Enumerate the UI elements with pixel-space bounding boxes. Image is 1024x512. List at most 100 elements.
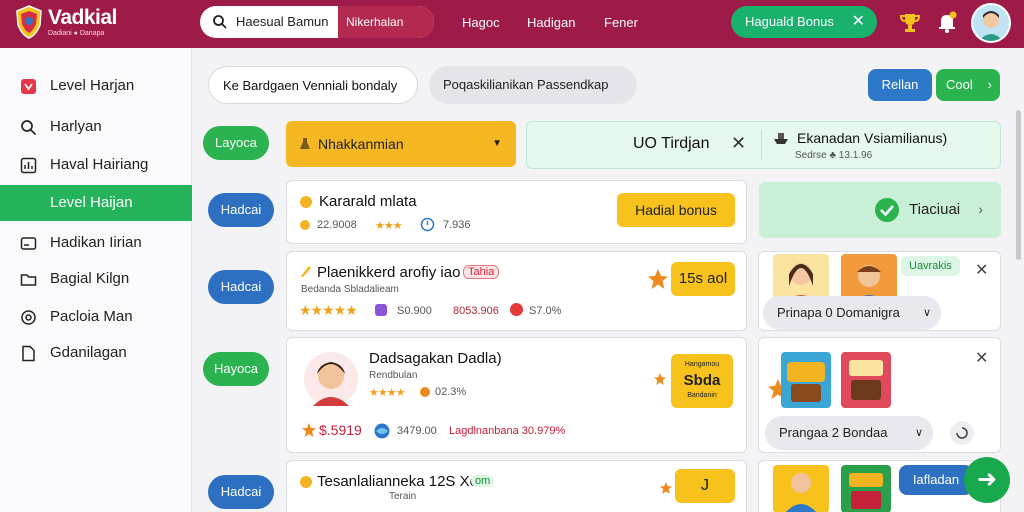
item-extra: 7.936 [443,219,471,231]
status-badge: Tahia [463,265,500,279]
sidebar-item-label: Hadikan Iirian [50,234,142,251]
status-badge: om [471,475,495,487]
globe-icon [374,423,390,439]
offer-card[interactable]: ✕ Prangaa 2 Bondaa ∨ [758,337,1001,453]
sidebar-item-label: Level Harjan [50,77,135,94]
sidebar-item-level-harjan[interactable]: Level Harjan [0,68,192,104]
list-item[interactable]: Kararald mlata 22.9008 ★★★ 7.936 Hadial … [286,180,747,244]
target-icon [21,310,36,325]
offer-thumbnail [841,254,897,302]
sidebar-item-label: Gdanilagan [50,344,127,361]
row-action-button[interactable]: Hayoca [203,352,269,386]
chevron-right-icon: › [978,201,983,217]
offer-thumbnail [841,465,891,512]
coin-icon [300,220,310,230]
avatar-icon [973,5,1009,41]
sidebar-item-label: Haval Hairiang [50,156,149,173]
close-icon[interactable]: ✕ [852,6,865,38]
sidebar: Level Harjan Harlyan Haval Hairiang Leve… [0,48,192,512]
sidebar-item-label: Harlyan [50,118,102,135]
item-title: Dadsagakan Dadla) [369,350,502,367]
nav-link-2[interactable]: Hadigan [527,15,575,30]
search-button[interactable]: Nikerhalan [338,6,434,38]
search-icon [21,120,37,136]
sidebar-item-level-haijan[interactable]: Level Haijan [0,185,192,221]
bonus-pill-label: Haguald Bonus [745,14,834,29]
offer-dropdown[interactable]: Prangaa 2 Bondaa ∨ [765,416,933,450]
promo-panel[interactable]: Tiaciuai › [759,182,1001,238]
select-value: Nhakkanmian [318,136,404,152]
sidebar-item-label: Level Haijan [50,194,133,211]
row-action-button[interactable]: Hadcai [208,475,274,509]
item-subtitle: Bedanda Sbladalieam [301,284,399,295]
clock-icon [420,217,435,232]
bonus-button[interactable]: Hadial bonus [617,193,735,227]
nav-link-1[interactable]: Hagoc [462,15,500,30]
check-circle-icon [875,198,899,222]
character-icon [853,265,885,302]
sidebar-item-pacloia-man[interactable]: Pacloia Man [0,299,192,335]
character-icon [785,263,817,302]
row-action-button[interactable]: Hadcai [208,193,274,227]
star-icon [648,269,668,289]
coin-icon [300,476,312,488]
item-subtitle: Rendbulan [369,370,418,381]
sidebar-item-harlyan[interactable]: Harlyan [0,109,192,145]
offer-thumbnail [773,465,829,512]
gem-icon [375,304,387,316]
refresh-icon[interactable] [949,420,975,446]
item-title: Plaenikkerd arofiy iao [317,264,461,281]
nav-link-3[interactable]: Fener [604,15,638,30]
search-icon [213,15,227,29]
row-action-button[interactable]: Hadcai [208,270,274,304]
card-icon [20,237,37,250]
row-action-button[interactable]: Layoca [203,126,269,160]
rellan-button[interactable]: Rellan [868,69,932,101]
brand-name[interactable]: Vadkial [48,6,117,30]
action-button[interactable]: J [675,469,735,503]
search-box[interactable]: Haesual Bamun Nikerhalan [200,6,434,38]
list-item[interactable]: Plaenikkerd arofiy iao Tahia Bedanda Sbl… [286,251,747,331]
cool-button[interactable]: Cool › [936,69,1000,101]
offer-dropdown[interactable]: Prinapa 0 Domanigra ∨ [763,296,941,330]
brand-logo-icon[interactable] [16,5,42,39]
info-panel-title: UO Tirdjan [633,135,710,152]
divider [761,130,762,160]
top-bar: Vadkial Dadiani ● Danapa Haesual Bamun N… [0,0,1024,48]
filter-chip-primary[interactable]: Ke Bardgaen Venniali bondaly [208,66,418,104]
timer-button[interactable]: 15s aol [671,262,735,296]
category-select[interactable]: Nhakkanmian ▼ [286,121,516,167]
sidebar-item-hadikan-iirian[interactable]: Hadikan Iirian [0,225,192,261]
list-item[interactable]: Tesanlalianneka 12S Xol om Terain J [286,460,747,512]
list-item[interactable]: Dadsagakan Dadla) Rendbulan ★★★★ 02.3% $… [286,337,747,453]
sidebar-item-gdanilagan[interactable]: Gdanilagan [0,335,192,371]
star-rating: ★★★ [375,220,403,232]
next-arrow-button[interactable]: ➜ [964,457,1010,503]
ship-icon [774,133,788,144]
item-value: 8053.906 [453,305,499,317]
offer-card[interactable]: Uavrakis ✕ Prinapa 0 Domanigra ∨ [758,251,1001,331]
star-icon [302,423,316,437]
user-avatar[interactable] [971,3,1011,43]
bonus-pill[interactable]: Haguald Bonus ✕ [731,6,877,38]
sidebar-item-bagial-kilgn[interactable]: Bagial Kilgn [0,261,192,297]
chevron-down-icon: ∨ [922,307,931,319]
close-icon[interactable]: ✕ [731,133,746,154]
notification-icon[interactable] [936,11,958,33]
offer-button[interactable]: Iafladan [899,465,973,495]
close-icon[interactable]: ✕ [975,260,988,280]
search-input[interactable]: Haesual Bamun [236,14,329,29]
close-icon[interactable]: ✕ [975,348,988,368]
item-price: S0.900 [397,305,432,317]
filter-chip-secondary[interactable]: Poqaskilianikan Passendkap [429,66,637,104]
game-box-icon [787,362,825,402]
coin-icon [300,196,312,208]
offer-thumbnail [773,254,829,302]
claim-top: Hangamou [684,361,720,368]
info-panel-meta: Sedrse ♣ 13.1.96 [795,150,873,161]
scrollbar[interactable] [1016,110,1021,260]
claim-button[interactable]: Hangamou Sbda Bandanin [671,354,733,408]
item-title: Kararald mlata [319,193,417,210]
trophy-icon[interactable] [899,11,921,33]
sidebar-item-haval-hairiang[interactable]: Haval Hairiang [0,147,192,183]
